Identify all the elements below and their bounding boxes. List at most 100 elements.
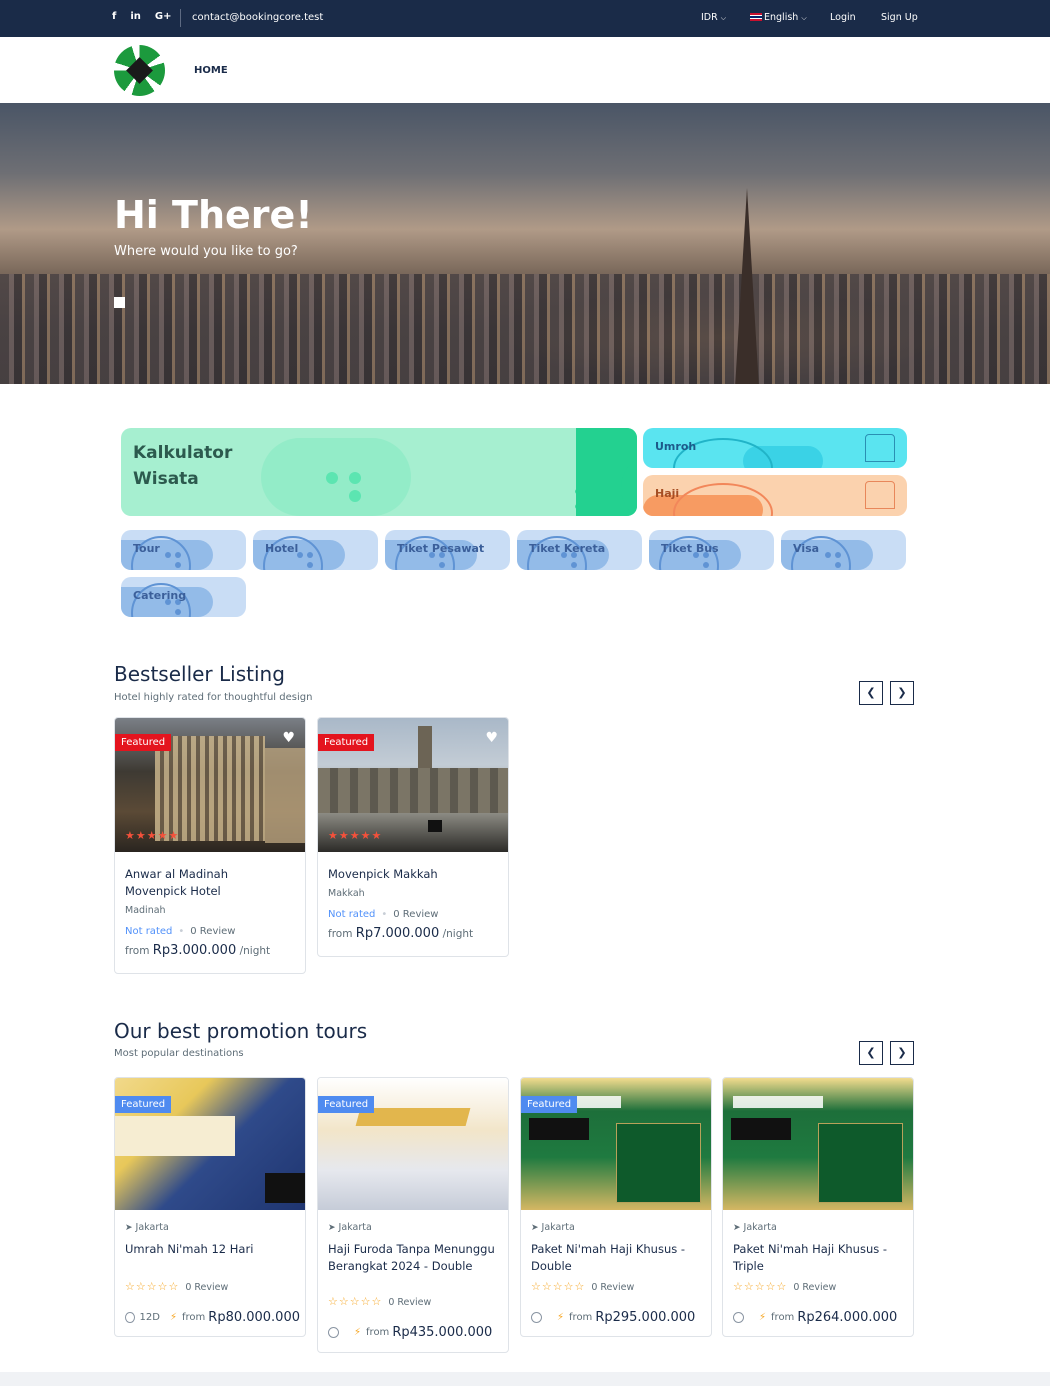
category-catering[interactable]: Catering xyxy=(121,577,246,617)
bolt-icon: ⚡ xyxy=(557,1312,565,1323)
price-amount: Rp7.000.000 xyxy=(355,926,440,941)
top-bar: f in G+ contact@bookingcore.test IDR ⌵ E… xyxy=(0,0,1050,37)
promotion-prev-button[interactable]: ❮ xyxy=(859,1041,883,1065)
category-label: Catering xyxy=(133,589,187,602)
heart-icon[interactable]: ♥ xyxy=(282,730,295,746)
language-dropdown[interactable]: English ⌵ xyxy=(750,12,807,23)
tour-title[interactable]: Umrah Ni'mah 12 Hari xyxy=(125,1241,300,1258)
category-haji[interactable]: Haji xyxy=(643,475,907,516)
price-amount: Rp80.000.000 xyxy=(208,1310,300,1325)
tour-stars: ☆☆☆☆☆ 0 Review xyxy=(328,1295,432,1308)
category-tour[interactable]: Tour xyxy=(121,530,246,570)
tour-image[interactable]: Featured xyxy=(521,1078,711,1210)
price-amount: Rp435.000.000 xyxy=(392,1325,493,1340)
category-tiket-pesawat[interactable]: Tiket Pesawat xyxy=(385,530,510,570)
bestseller-prev-button[interactable]: ❮ xyxy=(859,681,883,705)
price-unit: /night xyxy=(442,928,474,940)
tour-meta: ⚡ from Rp295.000.000 xyxy=(531,1310,706,1325)
tour-title[interactable]: Paket Ni'mah Haji Khusus - Triple xyxy=(733,1241,908,1275)
google-plus-icon[interactable]: G+ xyxy=(155,11,172,22)
plane-icon: ➤ xyxy=(531,1223,539,1233)
featured-badge: Featured xyxy=(115,1096,172,1113)
price-from: from xyxy=(771,1312,795,1323)
slider-indicator[interactable] xyxy=(114,297,125,308)
review-count: 0 Review xyxy=(393,909,439,920)
mosque-icon xyxy=(865,481,895,509)
tour-card[interactable]: Featured ➤ Jakarta Umrah Ni'mah 12 Hari ☆… xyxy=(114,1077,306,1337)
heart-icon[interactable]: ♥ xyxy=(485,730,498,746)
hotel-card[interactable]: Featured ♥ ★★★★★ Anwar al Madinah Movenp… xyxy=(114,717,306,974)
featured-badge: Featured xyxy=(115,734,172,751)
tour-stars: ☆☆☆☆☆ 0 Review xyxy=(125,1280,229,1293)
site-logo[interactable] xyxy=(114,45,165,96)
category-visa[interactable]: Visa xyxy=(781,530,906,570)
hero-subtitle: Where would you like to go? xyxy=(114,244,298,259)
location-text: Jakarta xyxy=(135,1222,169,1233)
featured-badge: Featured xyxy=(318,734,375,751)
featured-badge: Featured xyxy=(318,1096,375,1113)
contact-email[interactable]: contact@bookingcore.test xyxy=(192,12,323,23)
category-tiket-kereta[interactable]: Tiket Kereta xyxy=(517,530,642,570)
hotel-price: from Rp7.000.000 /night xyxy=(328,926,473,941)
category-kalkulator-wisata[interactable]: Kalkulator Wisata xyxy=(121,428,637,516)
location-text: Jakarta xyxy=(743,1222,777,1233)
bolt-icon: ⚡ xyxy=(169,1312,177,1323)
category-label: Umroh xyxy=(655,440,697,453)
price-amount: Rp3.000.000 xyxy=(152,943,237,958)
tour-card[interactable]: Featured ➤ Jakarta Paket Ni'mah Haji Khus… xyxy=(520,1077,712,1337)
location-text: Jakarta xyxy=(541,1222,575,1233)
hotel-card[interactable]: Featured ♥ ★★★★★ Movenpick Makkah Makkah… xyxy=(317,717,509,957)
hotel-location: Madinah xyxy=(125,905,166,916)
nav-home[interactable]: HOME xyxy=(194,65,228,76)
hotel-image[interactable]: Featured ♥ ★★★★★ xyxy=(318,718,508,852)
clock-icon xyxy=(125,1312,135,1323)
hotel-title[interactable]: Anwar al Madinah Movenpick Hotel xyxy=(125,866,275,900)
bestseller-subtitle: Hotel highly rated for thoughtful design xyxy=(114,692,313,703)
tour-location: ➤ Jakarta xyxy=(125,1222,169,1233)
tour-stars: ☆☆☆☆☆ 0 Review xyxy=(733,1280,837,1293)
bestseller-next-button[interactable]: ❯ xyxy=(890,681,914,705)
review-count: 0 Review xyxy=(185,1282,229,1293)
mosque-icon xyxy=(865,434,895,462)
login-link[interactable]: Login xyxy=(830,12,856,23)
tour-card[interactable]: Featured ➤ Jakarta Haji Furoda Tanpa Menu… xyxy=(317,1077,509,1353)
tour-image[interactable]: Featured xyxy=(115,1078,305,1210)
review-count: 0 Review xyxy=(388,1297,432,1308)
chevron-down-icon: ⌵ xyxy=(801,14,807,22)
tour-meta: ⚡ from Rp264.000.000 xyxy=(733,1310,908,1325)
bolt-icon: ⚡ xyxy=(354,1327,362,1338)
review-count: 0 Review xyxy=(793,1282,837,1293)
promotion-title: Our best promotion tours xyxy=(114,1019,368,1043)
category-umroh[interactable]: Umroh xyxy=(643,428,907,468)
price-from: from xyxy=(366,1327,390,1338)
promotion-next-button[interactable]: ❯ xyxy=(890,1041,914,1065)
tour-meta: 12D ⚡ from Rp80.000.000 xyxy=(125,1310,300,1325)
tour-image[interactable] xyxy=(723,1078,913,1210)
hotel-price: from Rp3.000.000 /night xyxy=(125,943,270,958)
category-tiket-bus[interactable]: Tiket Bus xyxy=(649,530,774,570)
rating-text: Not rated xyxy=(125,926,173,937)
hotel-title[interactable]: Movenpick Makkah xyxy=(328,866,498,883)
chevron-down-icon: ⌵ xyxy=(720,14,727,22)
linkedin-icon[interactable]: in xyxy=(130,11,141,22)
category-label: Kalkulator Wisata xyxy=(133,443,233,489)
uk-flag-icon xyxy=(750,13,762,21)
tour-title[interactable]: Haji Furoda Tanpa Menunggu Berangkat 202… xyxy=(328,1241,503,1275)
hero-title: Hi There! xyxy=(114,193,313,237)
tour-image[interactable]: Featured xyxy=(318,1078,508,1210)
category-hotel[interactable]: Hotel xyxy=(253,530,378,570)
plane-icon: ➤ xyxy=(733,1223,741,1233)
signup-link[interactable]: Sign Up xyxy=(881,12,918,23)
review-count: 0 Review xyxy=(591,1282,635,1293)
price-amount: Rp295.000.000 xyxy=(595,1310,696,1325)
tour-card[interactable]: ➤ Jakarta Paket Ni'mah Haji Khusus - Trip… xyxy=(722,1077,914,1337)
facebook-icon[interactable]: f xyxy=(112,11,116,22)
hotel-image[interactable]: Featured ♥ ★★★★★ xyxy=(115,718,305,852)
star-rating-icons: ★★★★★ xyxy=(328,829,383,842)
price-from: from xyxy=(125,945,150,957)
tour-duration: 12D xyxy=(139,1312,160,1323)
tour-title[interactable]: Paket Ni'mah Haji Khusus - Double xyxy=(531,1241,706,1275)
plane-icon: ➤ xyxy=(125,1223,133,1233)
currency-dropdown[interactable]: IDR ⌵ xyxy=(701,12,726,23)
tour-location: ➤ Jakarta xyxy=(531,1222,575,1233)
